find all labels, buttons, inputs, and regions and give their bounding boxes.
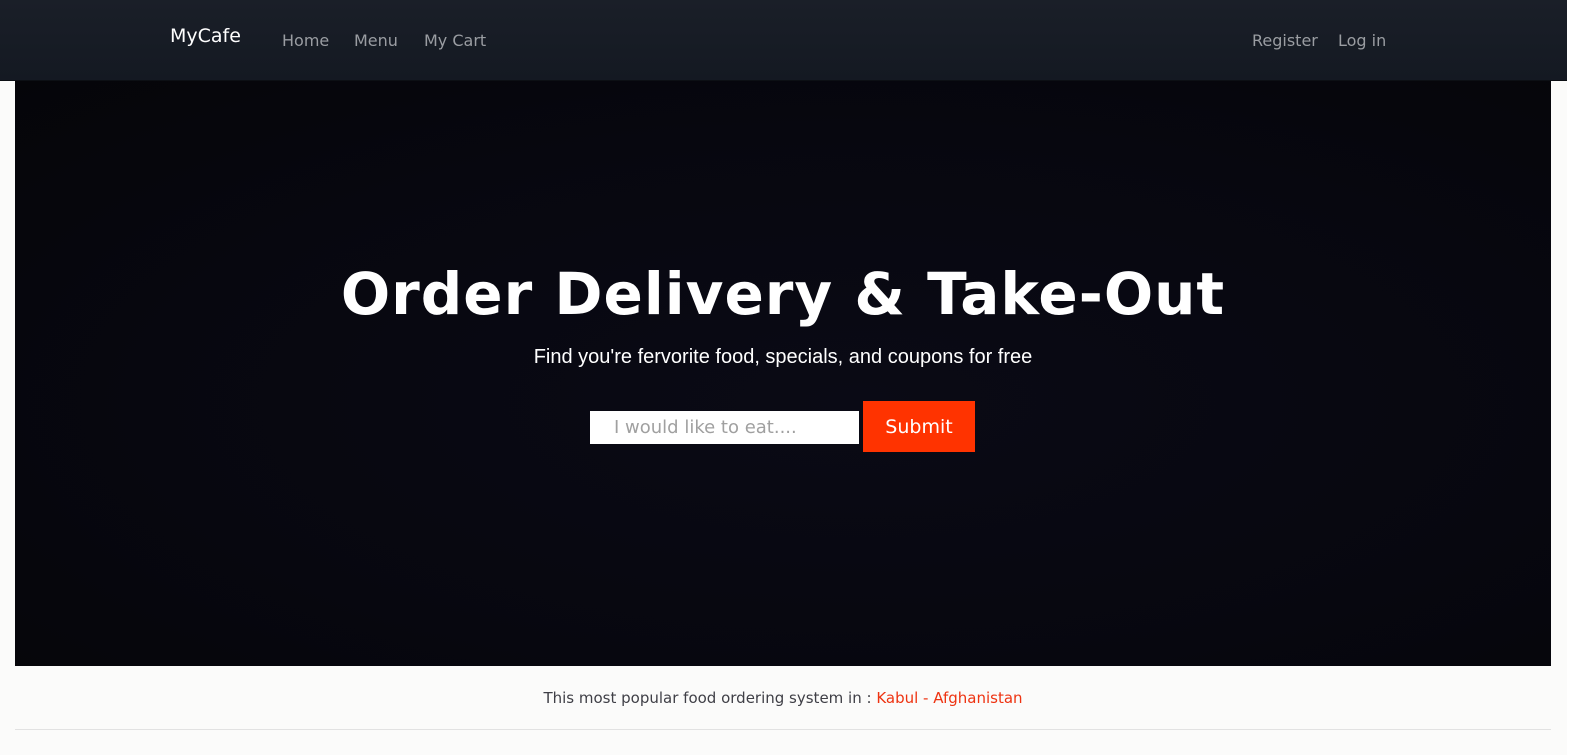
nav-link-home[interactable]: Home (282, 30, 329, 52)
submit-button[interactable]: Submit (863, 401, 975, 452)
hero-subtitle: Find you're fervorite food, specials, an… (533, 346, 1033, 368)
brand-logo[interactable]: MyCafe (170, 24, 241, 48)
page-scrollbar[interactable] (1567, 0, 1585, 755)
navbar: MyCafe Home Menu My Cart Register Log in (0, 0, 1567, 81)
footer-text: This most popular food ordering system i… (543, 689, 877, 707)
footer-tagline: This most popular food ordering system i… (0, 687, 1566, 709)
nav-link-menu[interactable]: Menu (354, 30, 398, 52)
nav-link-register[interactable]: Register (1252, 30, 1318, 52)
hero-banner (15, 81, 1551, 666)
hero-title: Order Delivery & Take-Out (340, 260, 1226, 328)
footer-divider (15, 729, 1551, 730)
nav-link-login[interactable]: Log in (1338, 30, 1386, 52)
food-search-input[interactable] (590, 411, 859, 444)
footer-location: Kabul - Afghanistan (876, 689, 1023, 707)
nav-link-my-cart[interactable]: My Cart (424, 30, 486, 52)
